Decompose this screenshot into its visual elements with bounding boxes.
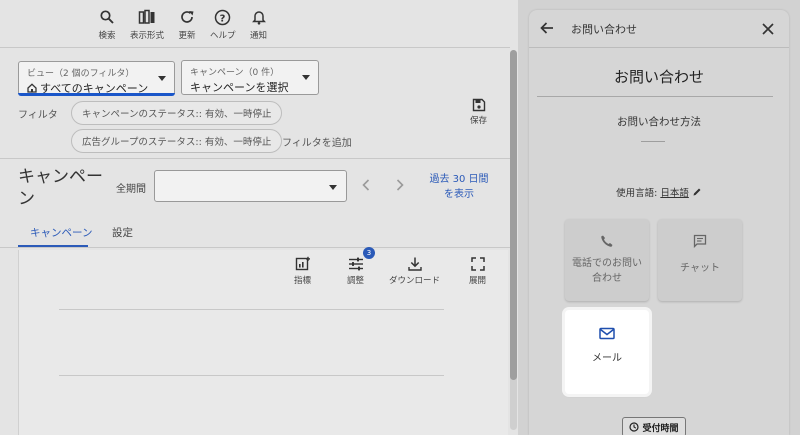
clock-icon [629,422,640,432]
phone-contact-card[interactable]: 電話でのお問い合わせ [565,219,649,301]
expand-button[interactable]: 展開 [469,256,486,286]
language-value[interactable]: 日本語 [660,185,689,199]
period-select-caret-icon [329,185,337,190]
mail-contact-card[interactable]: メール [565,310,649,394]
expand-label: 展開 [469,276,487,286]
view-dropdown-focus-bar [18,93,175,96]
period-select[interactable] [154,170,347,202]
view-format-icon [136,6,158,28]
svg-text:?: ? [220,13,226,24]
phone-icon [601,235,613,247]
filter-chip-campaign-status[interactable]: キャンペーンのステータス:: 有効、一時停止 [71,101,283,125]
view-dropdown-caret-icon [158,76,166,81]
metrics-label: 指標 [294,276,312,286]
view-format-button[interactable]: 表示形式 [124,6,170,41]
pencil-icon[interactable] [692,187,702,197]
view-dropdown[interactable]: ビュー（2 個のフィルタ） すべてのキャンペーン [18,61,175,96]
toolbar-divider [0,47,510,48]
tab-campaigns[interactable]: キャンペーン [30,225,92,240]
help-panel-header: お問い合わせ [529,10,789,48]
campaign-dropdown[interactable]: キャンペーン（0 件） キャンペーンを選択 [181,60,319,95]
chat-icon [693,234,707,248]
add-filter-button[interactable]: フィルタを追加 [282,134,352,149]
campaigns-app: 検索 表示形式 更新 ? ヘルプ 通知 ビュー（2 個のフィルタ） すべてのキャ… [0,0,518,435]
help-button[interactable]: ? ヘルプ [204,6,242,41]
download-icon [407,257,422,271]
last-30-days-link[interactable]: 過去 30 日間を表示 [426,172,492,202]
search-button[interactable]: 検索 [90,6,124,41]
language-label: 使用言語: [616,188,658,199]
period-label: 全期間 [116,184,146,195]
help-panel-header-title: お問い合わせ [571,23,637,36]
chat-contact-label: チャット [680,263,720,274]
next-period-button[interactable] [391,176,409,194]
search-icon [96,6,118,28]
adjust-button[interactable]: 調整 [347,256,364,286]
home-icon [27,83,37,93]
mail-contact-label: メール [592,353,622,364]
top-toolbar: 検索 表示形式 更新 ? ヘルプ 通知 [90,6,276,41]
save-label: 保存 [470,116,488,126]
chevron-left-icon [362,179,370,191]
business-hours-button[interactable]: 受付時間 [622,417,686,435]
adjust-count-badge: 3 [363,247,375,259]
filter-chip-adgroup-status[interactable]: 広告グループのステータス:: 有効、一時停止 [71,129,283,153]
campaign-dropdown-value: キャンペーンを選択 [190,81,289,94]
save-button[interactable]: 保存 [470,98,487,126]
arrow-left-icon [540,22,553,34]
metrics-button[interactable]: 指標 [294,256,311,286]
adjust-label: 調整 [347,276,365,286]
refresh-label: 更新 [178,31,196,41]
business-hours-label: 受付時間 [642,423,679,434]
help-title-divider [537,96,773,97]
page-title: キャンペーン [18,167,103,209]
contact-method-heading: お問い合わせ方法 [617,116,701,128]
download-label: ダウンロード [389,276,441,286]
notifications-button[interactable]: 通知 [242,6,276,41]
search-label: 検索 [98,31,116,41]
help-panel-title: お問い合わせ [613,68,704,86]
method-divider [641,141,665,142]
back-button[interactable] [539,20,555,40]
help-label: ヘルプ [210,31,236,41]
close-icon [762,23,774,35]
chevron-right-icon [396,179,404,191]
filter-label: フィルタ [18,110,58,121]
metrics-icon [295,256,310,271]
notifications-label: 通知 [250,31,268,41]
table-row-line [59,375,444,376]
phone-contact-label: 電話でのお問い合わせ [572,258,642,284]
tabs-divider [0,247,510,248]
mail-icon [599,327,615,340]
filter-divider [0,158,510,159]
adjust-icon [348,257,363,271]
bell-icon [248,6,270,28]
save-icon [472,98,485,112]
main-scrollbar-thumb[interactable] [510,50,517,380]
campaign-dropdown-caption: キャンペーン（0 件） [190,68,280,78]
view-format-label: 表示形式 [130,31,165,41]
download-button[interactable]: ダウンロード [389,256,440,286]
main-scrollbar[interactable] [510,50,517,430]
close-button[interactable] [761,21,775,40]
prev-period-button[interactable] [357,176,375,194]
refresh-icon [176,6,198,28]
help-icon: ? [212,6,234,28]
expand-icon [470,257,485,271]
view-dropdown-caption: ビュー（2 個のフィルタ） [27,69,135,79]
chat-contact-card[interactable]: チャット [658,219,742,301]
help-panel: お問い合わせ お問い合わせ お問い合わせ方法 使用言語: 日本語 電話でのお問い… [529,10,789,435]
table-row-line [59,309,444,310]
language-row: 使用言語: 日本語 [529,185,789,199]
tab-settings[interactable]: 設定 [112,225,133,240]
campaign-dropdown-caret-icon [302,75,310,80]
refresh-button[interactable]: 更新 [170,6,204,41]
